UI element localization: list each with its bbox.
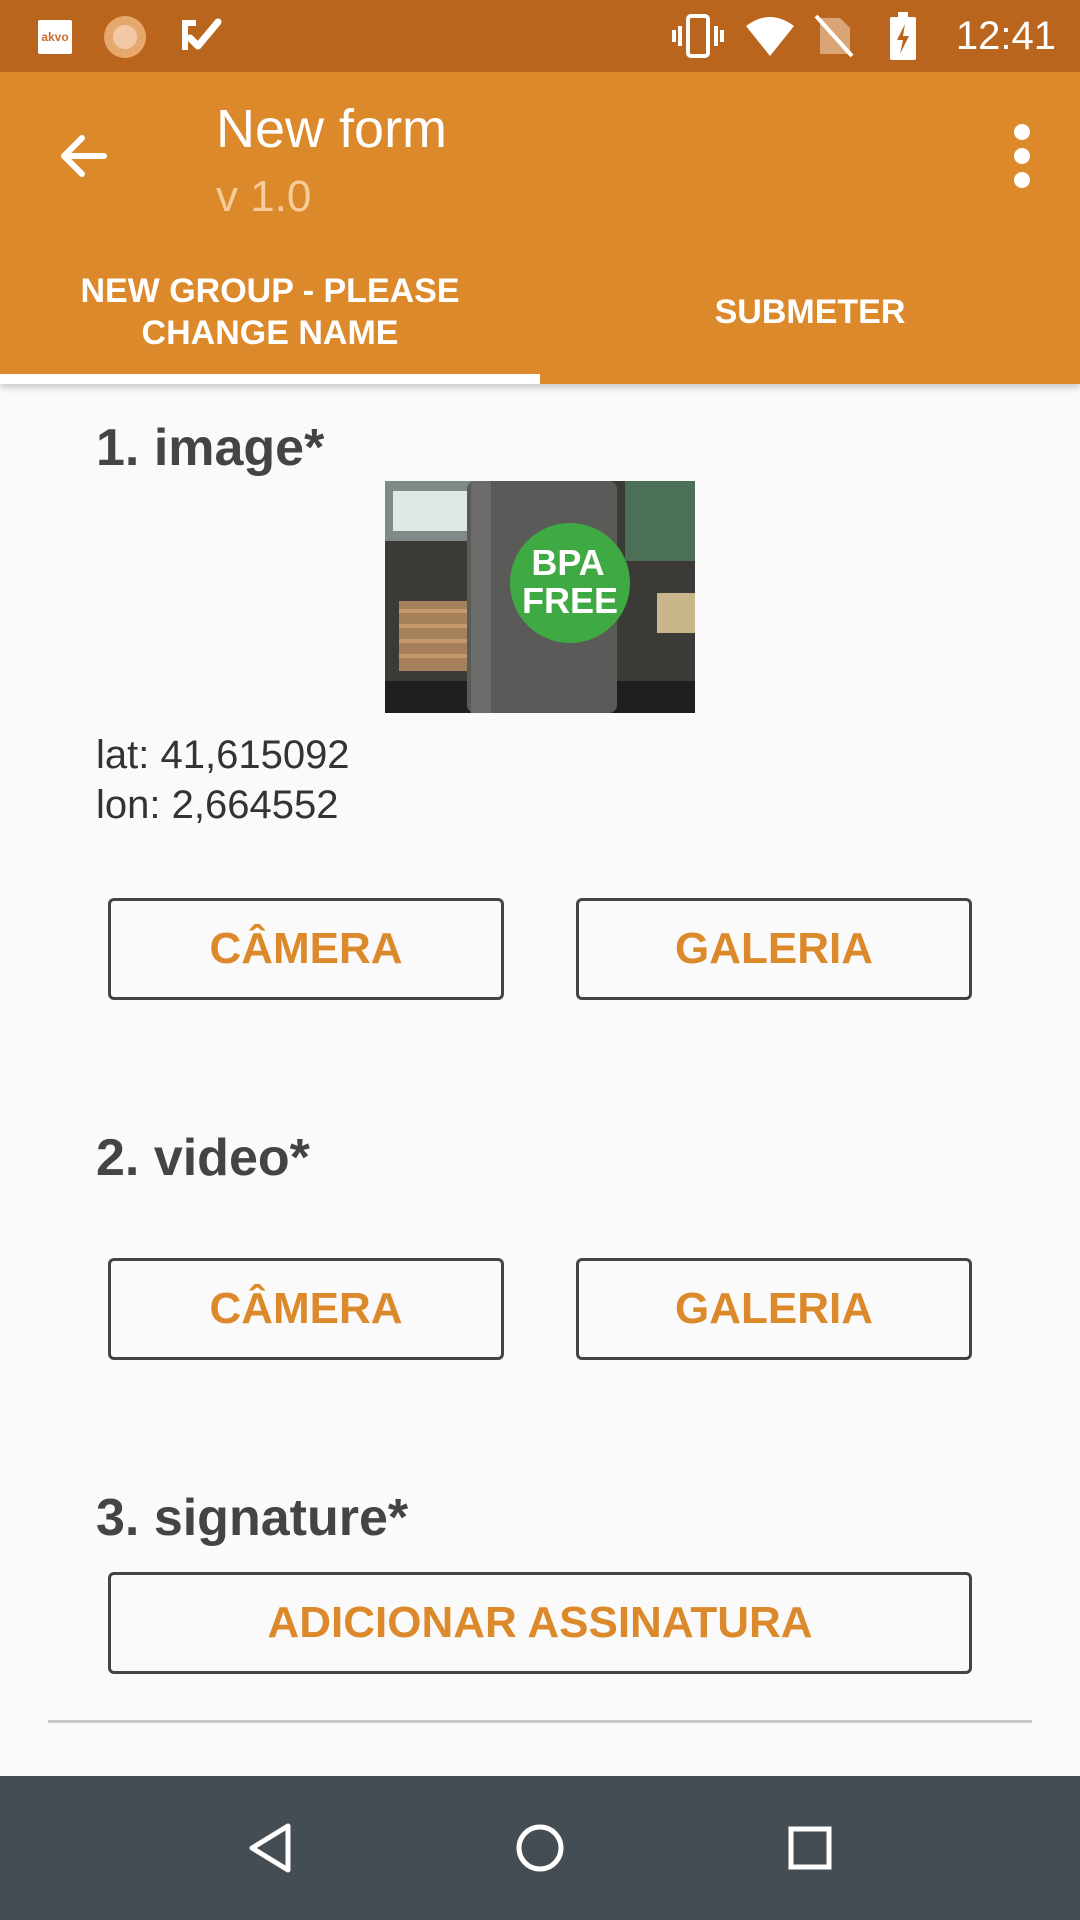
divider [48,1720,1032,1723]
image-preview[interactable]: BPA FREE [385,481,695,713]
question-title-signature: 3. signature* [96,1489,409,1547]
tab-indicator [0,374,540,384]
vibrate-icon [672,14,724,58]
tab-label: SUBMETER [714,293,906,331]
tab-label: NEW GROUP - PLEASE CHANGE NAME [80,272,460,352]
video-camera-button[interactable]: CÂMERA [108,1258,504,1360]
clock-icon [104,16,146,58]
question-title-image: 1. image* [96,419,325,477]
more-vert-icon[interactable] [994,118,1050,194]
nav-recents-icon[interactable] [774,1812,846,1884]
tab-submeter[interactable]: SUBMETER [540,240,1080,384]
no-sim-icon [814,14,854,58]
nav-home-icon[interactable] [504,1812,576,1884]
navigation-bar [0,1776,1080,1920]
status-time: 12:41 [955,14,1056,58]
status-bar: akvo 12:41 [0,0,1080,72]
app-toolbar: New form v 1.0 [0,72,1080,240]
arrow-back-icon[interactable] [56,128,112,184]
battery-charging-icon [890,12,916,60]
question-title-video: 2. video* [96,1129,310,1187]
latitude-value: lat: 41,615092 [96,733,350,777]
video-gallery-button[interactable]: GALERIA [576,1258,972,1360]
image-camera-button[interactable]: CÂMERA [108,898,504,1000]
tab-new-group[interactable]: NEW GROUP - PLEASE CHANGE NAME [0,240,540,384]
wifi-icon [746,17,794,56]
page-title: New form [216,99,448,159]
add-signature-button[interactable]: ADICIONAR ASSINATURA [108,1572,972,1674]
form-version: v 1.0 [216,172,312,221]
nav-back-icon[interactable] [234,1812,306,1884]
image-gallery-button[interactable]: GALERIA [576,898,972,1000]
tab-bar: NEW GROUP - PLEASE CHANGE NAME SUBMETER [0,240,1080,384]
akvo-icon: akvo [38,20,72,54]
checkmark-icon [182,18,222,50]
photo-text-bpa: BPA [531,542,604,583]
photo-thumbnail: BPA FREE [385,481,695,713]
photo-text-free: FREE [522,580,618,621]
longitude-value: lon: 2,664552 [96,783,339,827]
